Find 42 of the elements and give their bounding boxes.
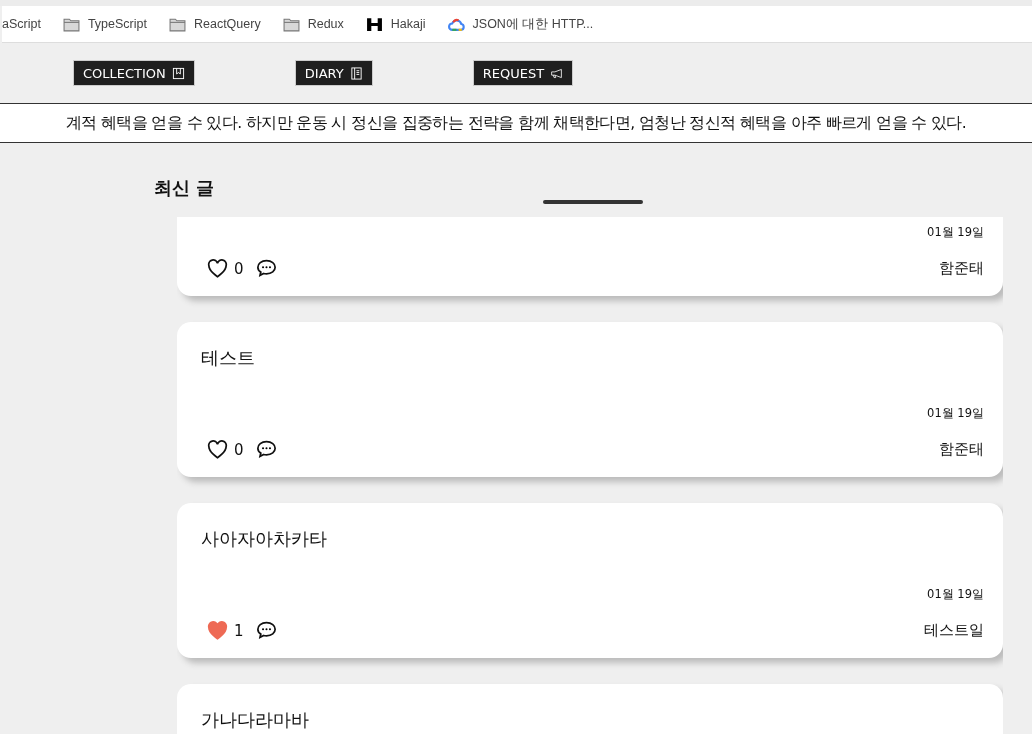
drag-handle[interactable]: [543, 200, 643, 204]
megaphone-icon: [550, 66, 564, 80]
bookmark-link[interactable]: JSON에 대한 HTTP...: [447, 15, 594, 33]
post-date: 01월 19일: [926, 225, 984, 241]
post-author: 함준태: [939, 259, 984, 278]
folder-icon: [282, 16, 300, 32]
bookmark-link[interactable]: Redux: [282, 16, 344, 32]
cloud-icon: [447, 16, 465, 32]
folder-icon: [168, 16, 186, 32]
post-date: 01월 19일: [926, 587, 984, 603]
nav-button[interactable]: COLLECTION: [73, 60, 195, 86]
bookmark-link[interactable]: aScript: [2, 17, 41, 31]
post-title: 사아자아차카타: [201, 527, 328, 551]
bookmark-icon: [171, 66, 185, 80]
section-title: 최신 글: [154, 176, 215, 200]
post-date: 01월 19일: [926, 406, 984, 422]
h-logo-icon: [365, 16, 383, 32]
post-title: 테스트: [201, 346, 256, 370]
marquee-text: 계적 혜택을 얻을 수 있다. 하지만 운동 시 정신을 집중하는 전략을 함께 채택한다면, 엄청난 정신적 혜택을 아주 빠르게 얻을 수 있다.: [65, 112, 967, 134]
post-author: 함준태: [939, 440, 984, 459]
like-count: 0: [234, 259, 244, 278]
post-card[interactable]: 가나다라마바: [177, 684, 1003, 734]
like-count: 1: [234, 621, 244, 640]
bookmark-link[interactable]: TypeScript: [62, 16, 147, 32]
bookmark-link[interactable]: Hakaji: [365, 16, 426, 32]
notebook-icon: [349, 66, 363, 80]
nav-button[interactable]: DIARY: [294, 60, 373, 86]
nav-button[interactable]: REQUEST: [472, 60, 574, 86]
heart-icon[interactable]: [207, 440, 228, 459]
heart-icon[interactable]: [207, 259, 228, 278]
post-title: 가나다라마바: [201, 708, 310, 732]
like-count: 0: [234, 440, 244, 459]
post-card[interactable]: 테스트 01월 19일 0 함준태: [177, 322, 1003, 477]
comment-icon[interactable]: [255, 621, 277, 640]
folder-icon: [62, 16, 80, 32]
post-author: 테스트일: [924, 621, 984, 640]
filled-heart-icon[interactable]: [207, 621, 228, 640]
post-card[interactable]: 사아자아차카타 01월 19일 1 테스트일: [177, 503, 1003, 658]
comment-icon[interactable]: [255, 259, 277, 278]
comment-icon[interactable]: [255, 440, 277, 459]
bookmark-link[interactable]: ReactQuery: [168, 16, 261, 32]
post-card[interactable]: 01월 19일 0 함준태: [177, 217, 1003, 296]
